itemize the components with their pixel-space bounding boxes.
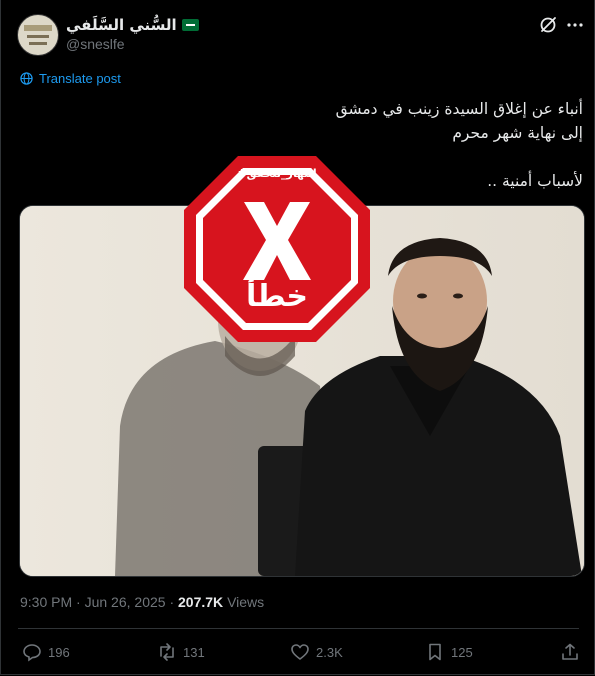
reply-icon: [23, 644, 41, 662]
repost-count: 131: [183, 644, 205, 660]
false-claim-stamp: #النهار_تتحقق خطأ: [184, 156, 370, 342]
stamp-verdict: خطأ: [246, 276, 308, 314]
heart-icon: [291, 644, 309, 660]
bookmark-icon: [429, 643, 441, 661]
views-count: 207.7K: [178, 594, 224, 610]
bookmark-count: 125: [451, 644, 473, 660]
post-time[interactable]: 9:30 PM: [20, 594, 72, 610]
share-icon: [562, 643, 578, 660]
translate-label: Translate post: [39, 71, 121, 86]
display-name[interactable]: السُّني السَّلَفي: [66, 16, 177, 34]
post-line-2: إلى نهاية شهر محرم: [452, 124, 583, 142]
post-line-1: أنباء عن إغلاق السيدة زينب في دمشق: [335, 100, 583, 118]
post-meta: 9:30 PM · Jun 26, 2025 · 207.7K Views: [20, 594, 265, 610]
reply-button[interactable]: 196: [22, 642, 70, 662]
like-button[interactable]: 2.3K: [290, 642, 343, 662]
views-label: Views: [227, 594, 265, 610]
share-button[interactable]: [560, 642, 580, 662]
reply-count: 196: [48, 644, 70, 660]
grok-icon[interactable]: [538, 15, 558, 35]
like-count: 2.3K: [316, 644, 343, 660]
translate-post-link[interactable]: Translate post: [20, 71, 121, 86]
more-options-icon[interactable]: [565, 15, 585, 35]
repost-button[interactable]: 131: [157, 642, 205, 662]
divider: [18, 628, 579, 629]
saudi-flag-icon: [181, 19, 199, 31]
stamp-hashtag: #النهار_تتحقق: [237, 167, 316, 180]
globe-icon: [20, 72, 33, 85]
post-date[interactable]: Jun 26, 2025: [85, 594, 166, 610]
bookmark-button[interactable]: 125: [425, 642, 473, 662]
repost-icon: [160, 643, 174, 661]
avatar[interactable]: [17, 14, 59, 56]
user-handle[interactable]: @sneslfe: [66, 36, 125, 52]
action-bar: 196 131 2.3K 125: [0, 642, 595, 670]
author-name-row[interactable]: السُّني السَّلَفي: [66, 15, 199, 35]
